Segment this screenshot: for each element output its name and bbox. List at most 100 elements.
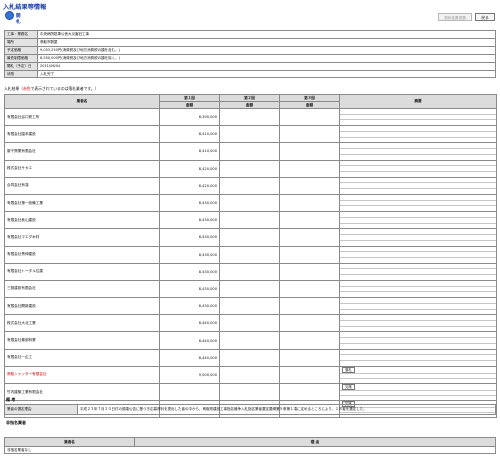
round3-amount [279, 314, 340, 333]
info-row-name: 工事・業務名 中央病院駐車公舎大災害旧工事 [4, 30, 496, 39]
round2-amount [219, 348, 280, 367]
memo-cell [339, 193, 497, 213]
bid-row: 鳥取シャッター有限会社 9,000,000 落札 [4, 365, 497, 385]
round3-amount [279, 245, 340, 264]
round1-amount: 8,440,000 [159, 348, 220, 367]
round1-amount: 8,430,000 [159, 228, 220, 247]
bidder-name: 竹内建築工業有限会社 [4, 382, 160, 402]
bidder-name: 有限会社園本建設 [4, 125, 160, 144]
col-bidder-header: 業者名 [4, 94, 160, 109]
round2-amount [219, 365, 280, 385]
bidder-name: 有限会社第一設備工業 [4, 193, 160, 213]
bid-row: 有限会社第一設備工業 8,430,000 [4, 193, 497, 213]
bid-row: 株式会社大北工業 8,440,000 [4, 314, 497, 333]
bid-row: 有限会社開新建設 8,430,000 [4, 297, 497, 316]
round1-amount: 8,430,000 [159, 245, 220, 264]
info-row-estimated-price: 予定価格 9,053,250円(消費税及び地方消費税の額を含む。) [4, 45, 496, 55]
memo-tag: 落札 [342, 366, 355, 373]
bidder-name: 有限会社トータル住建 [4, 262, 160, 281]
round1-amount: 8,390,000 [159, 107, 220, 127]
round3-amount [279, 159, 340, 178]
memo-cell: 欠席 [339, 382, 497, 402]
memo-cell [339, 279, 497, 299]
memo-cell [339, 142, 497, 161]
memo-cell [339, 331, 497, 350]
round2-amount [219, 279, 280, 299]
remarks-table: 業者の選定理由 平成２３年７月２０日付の調達公告に基づき応募資料を提出した者の中… [4, 404, 496, 415]
round1-amount: 8,430,000 [159, 211, 220, 230]
bid-row: 有限会社秦部林業 8,440,000 [4, 331, 497, 350]
bidder-name: 有限会社秦部林業 [4, 331, 160, 350]
bid-row: 竹内建築工業有限会社 欠席 [4, 382, 497, 402]
round1-amount: 8,440,000 [159, 314, 220, 333]
col-round3-header: 第３回 [279, 94, 340, 102]
round1-amount: 8,440,000 [159, 331, 220, 350]
memo-cell: 落札 [339, 365, 497, 385]
round3-amount [279, 331, 340, 350]
results-notice: 入札結果（赤色で表示されているのは落札業者です。） [4, 86, 99, 91]
round1-amount: 9,000,000 [159, 365, 220, 385]
non-designated-table: 業者名 理 由 非指名業者なし [4, 437, 496, 454]
round3-amount [279, 365, 340, 385]
round3-amount [279, 176, 340, 195]
bidder-name: 有限会社マエダ木材 [4, 228, 160, 247]
round3-amount [279, 125, 340, 144]
non-designated-title: 非指名業者 [6, 420, 26, 425]
bidder-name: 有限会社開新建設 [4, 297, 160, 316]
round3-amount [279, 107, 340, 127]
info-row-min-price: 最低制限価格 8,550,000円(消費税及び地方消費税の額を除く。) [4, 53, 496, 63]
remarks-text: 平成２３年７月２０日付の調達公告に基づき応募資料を提出した者の中から、鳥取県建設… [77, 404, 496, 415]
round2-amount [219, 142, 280, 161]
round1-amount: 8,410,000 [159, 142, 220, 161]
round2-amount [219, 211, 280, 230]
memo-cell [339, 211, 497, 230]
round1-amount: 8,430,000 [159, 193, 220, 213]
round3-amount [279, 228, 340, 247]
col-round1-amount-header: 金額 [159, 101, 220, 109]
round3-amount [279, 348, 340, 367]
bid-results-table: 業者名 第１回 第２回 第３回 摘要 金額 金額 金額 有限会社谷口鉄工所 8,3… [4, 94, 497, 419]
memo-cell [339, 176, 497, 195]
bidder-name: 有限会社一企工 [4, 348, 160, 367]
round3-amount [279, 142, 340, 161]
round1-amount: 8,430,000 [159, 279, 220, 299]
round2-amount [219, 159, 280, 178]
memo-cell [339, 228, 497, 247]
bid-row: 有限会社谷口鉄工所 8,390,000 [4, 107, 497, 127]
memo-tag: 欠席 [342, 384, 355, 390]
memo-cell [339, 245, 497, 264]
round1-amount: 8,430,000 [159, 262, 220, 281]
round1-amount [159, 382, 220, 402]
bidder-name: 有限会社青伸建設 [4, 245, 160, 264]
bid-row: 有限会社秋山建設 8,430,000 [4, 211, 497, 230]
round2-amount [219, 107, 280, 127]
round2-amount [219, 382, 280, 402]
non-designated-reason-header: 理 由 [134, 437, 496, 447]
round1-amount: 8,430,000 [159, 297, 220, 316]
tab-kaisatsu[interactable]: 開札 [3, 11, 25, 25]
bidder-name: 有限会社谷口鉄工所 [4, 107, 160, 127]
back-button[interactable]: 戻る [475, 13, 495, 21]
col-round2-header: 第２回 [219, 94, 280, 102]
round3-amount [279, 297, 340, 316]
print-results-button[interactable]: 契約結果書類 [438, 13, 472, 21]
non-designated-name-header: 業者名 [4, 437, 135, 447]
col-round1-header: 第１回 [159, 94, 220, 102]
bid-row: 株式会社サカエ 8,420,000 [4, 159, 497, 178]
bidder-name: 有限会社秋山建設 [4, 211, 160, 230]
bid-row: 藤千興業有限会社 8,410,000 [4, 142, 497, 161]
memo-cell [339, 314, 497, 333]
round2-amount [219, 176, 280, 195]
page-title: 入札結果等情報 [3, 4, 47, 11]
round1-amount: 8,410,000 [159, 125, 220, 144]
memo-cell [339, 348, 497, 367]
round3-amount [279, 262, 340, 281]
round2-amount [219, 245, 280, 264]
bidder-name: 三翔建設有限会社 [4, 279, 160, 299]
memo-cell [339, 107, 497, 127]
info-row-open-date: 開札（予定）日 2011/08/04 [4, 61, 496, 71]
bidder-name: 合同会社有漢 [4, 176, 160, 195]
round3-amount [279, 211, 340, 230]
bid-row: 有限会社一企工 8,440,000 [4, 348, 497, 367]
col-round2-amount-header: 金額 [219, 101, 280, 109]
